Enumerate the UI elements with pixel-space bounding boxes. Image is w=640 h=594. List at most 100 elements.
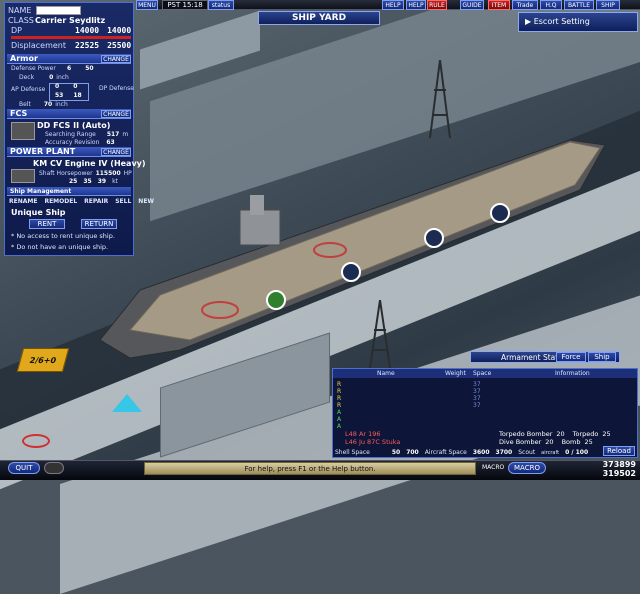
name-label: NAME	[8, 6, 32, 15]
new-button[interactable]: NEW	[138, 198, 154, 205]
search-range-unit: m	[122, 131, 129, 138]
displacement-label: Displacement	[11, 41, 66, 50]
clock-display: PST 15:18	[162, 0, 208, 10]
torpedo-value: 25	[602, 430, 611, 438]
torpedo-bomber-value: 20	[556, 430, 565, 438]
table-row[interactable]: L48 Ar 196	[345, 430, 381, 438]
slot-letter: A	[337, 416, 342, 423]
fcs-name: DD FCS II (Auto)	[37, 121, 111, 130]
guide-button[interactable]: GUIDE	[460, 0, 484, 10]
ap-value-2: 0	[73, 83, 78, 90]
ap-value-4: 18	[73, 92, 82, 99]
macro-label: MACRO	[482, 464, 505, 471]
unique-note-2: * Do not have an unique ship.	[11, 243, 109, 251]
scout-value: 0 / 100	[565, 449, 589, 456]
battle-tab[interactable]: BATTLE	[564, 0, 594, 10]
armament-panel: Name Weight Space Information R R R R A …	[332, 368, 638, 458]
help-hint: For help, press F1 or the Help button.	[144, 462, 476, 475]
reload-button[interactable]: Reload	[603, 446, 635, 456]
horsepower-label: Shaft Horsepower	[39, 170, 93, 177]
belt-value: 70	[43, 101, 53, 108]
money-display-2: 319502	[602, 469, 636, 478]
dp-label: DP	[11, 26, 22, 35]
bomb-value: 25	[584, 438, 593, 446]
slot-letter: R	[337, 388, 342, 395]
slot-letters: R R R R A A A	[337, 381, 345, 430]
rename-button[interactable]: RENAME	[9, 198, 37, 205]
macro-button[interactable]: MACRO	[508, 462, 546, 474]
target-circle-icon	[22, 434, 50, 448]
aircraft-slot-icon[interactable]	[341, 262, 361, 282]
sell-button[interactable]: SELL	[115, 198, 131, 205]
power-change-button[interactable]: CHANGE	[101, 148, 131, 156]
ship-info-panel: NAME CLASS Carrier Seydlitz DP 14000 1400…	[4, 2, 154, 256]
item-button[interactable]: ITEM	[488, 0, 510, 10]
dp-value: 14000	[75, 26, 100, 35]
armor-title: Armor	[10, 54, 38, 63]
scout-sub: aircraft	[541, 449, 560, 456]
zoom-counter[interactable]: 2/6+0	[16, 348, 70, 372]
aircraft-slot-icon[interactable]	[266, 290, 286, 310]
aircraft-slot-icon[interactable]	[424, 228, 444, 248]
name-field[interactable]	[36, 6, 81, 15]
island	[239, 209, 281, 246]
rule-button[interactable]: RULE	[427, 0, 447, 10]
weight-column-header: Weight	[445, 370, 466, 377]
armament-header-row: Name Weight Space Information	[333, 369, 637, 378]
dp-bar	[11, 36, 131, 39]
hq-tab[interactable]: H.Q	[540, 0, 562, 10]
shell-space-value: 50	[391, 449, 401, 456]
funnel	[250, 195, 264, 215]
aircraft-slot-icon[interactable]	[490, 203, 510, 223]
torpedo-label: Torpedo	[572, 430, 599, 438]
belt-unit: inch	[55, 101, 68, 108]
aircraft-space-label: Aircraft Space	[424, 449, 467, 456]
table-row[interactable]: L46 Ju 87C Stuka	[345, 438, 400, 446]
escort-setting-button[interactable]: ▶ Escort Setting	[518, 12, 638, 32]
engine-icon	[11, 169, 35, 183]
space-column-header: Space	[473, 370, 492, 377]
ap-defense-label: AP Defense	[11, 86, 46, 93]
belt-label: Belt	[19, 101, 31, 108]
slot-letter: R	[337, 402, 342, 409]
shell-space-label: Shell Space	[335, 449, 370, 456]
return-button[interactable]: RETURN	[81, 219, 117, 229]
speed-unit: kt	[112, 178, 118, 185]
quit-button[interactable]: QUIT	[8, 462, 40, 474]
ship-subtab[interactable]: Ship	[588, 352, 616, 362]
defense-power-label: Defense Power	[11, 65, 56, 72]
chevron-right-icon: ▶	[525, 17, 534, 26]
speed-2: 35	[83, 178, 92, 185]
class-label: CLASS	[8, 16, 34, 25]
space-summary: Shell Space 50 700 Aircraft Space 3600 3…	[335, 448, 635, 457]
trade-tab[interactable]: Trade	[512, 0, 538, 10]
defense-power-value-2: 50	[85, 65, 94, 72]
armor-change-button[interactable]: CHANGE	[101, 55, 131, 63]
location-title: SHIP YARD	[258, 11, 380, 25]
ap-value-3: 53	[55, 92, 64, 99]
fcs-change-button[interactable]: CHANGE	[101, 110, 131, 118]
carrier-ship	[100, 139, 606, 359]
engine-name: KM CV Engine IV (Heavy)	[33, 159, 146, 168]
ship-tab[interactable]: SHIP	[596, 0, 620, 10]
horsepower-value: 115500	[95, 170, 121, 177]
force-tab[interactable]: Force	[556, 352, 586, 362]
deck-label: Deck	[19, 74, 35, 81]
info-column-header: Information	[555, 370, 590, 377]
class-value: Carrier Seydlitz	[35, 16, 106, 25]
rent-button[interactable]: RENT	[29, 219, 65, 229]
repair-button[interactable]: REPAIR	[84, 198, 108, 205]
space-value: 37	[473, 395, 481, 402]
help-button[interactable]: HELP	[382, 0, 404, 10]
unique-note-1: * No access to rent unique ship.	[11, 232, 115, 240]
remodel-button[interactable]: REMODEL	[44, 198, 77, 205]
slot-letter: R	[337, 395, 342, 402]
displacement-max: 25500	[107, 41, 132, 50]
aircraft-space-max: 3700	[495, 449, 513, 456]
help-button-2[interactable]: HELP	[406, 0, 426, 10]
menu-button[interactable]: MENU	[136, 0, 158, 10]
defense-power-value: 6	[67, 65, 72, 72]
chat-icon[interactable]	[44, 462, 64, 474]
ap-value-1: 0	[55, 83, 60, 90]
status-button[interactable]: status	[208, 0, 234, 10]
